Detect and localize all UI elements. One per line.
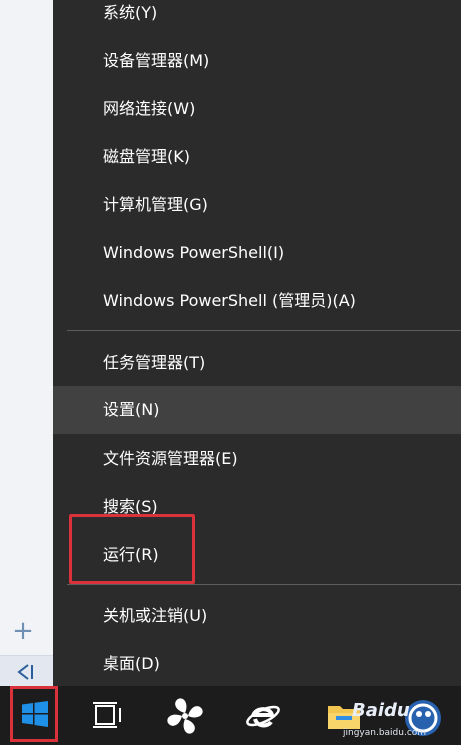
fan-app-button[interactable]	[162, 686, 208, 745]
menu-item-task-manager[interactable]: 任务管理器(T)	[53, 339, 461, 387]
watermark-text: Baidu	[352, 700, 410, 721]
menu-separator	[67, 584, 461, 585]
menu-item-file-explorer[interactable]: 文件资源管理器(E)	[53, 435, 461, 483]
internet-explorer-icon	[246, 705, 280, 728]
menu-item-network-connections[interactable]: 网络连接(W)	[53, 85, 461, 133]
internet-explorer-button[interactable]	[240, 686, 286, 745]
menu-item-system[interactable]: 系统(Y)	[53, 0, 461, 37]
menu-item-powershell[interactable]: Windows PowerShell(I)	[53, 229, 461, 277]
left-side-panel: +	[0, 0, 54, 687]
start-button[interactable]	[10, 686, 58, 742]
collapse-panel-button[interactable]	[0, 655, 53, 687]
menu-item-powershell-admin[interactable]: Windows PowerShell (管理员)(A)	[53, 277, 461, 325]
run-highlight-box	[69, 514, 195, 584]
menu-separator	[67, 330, 461, 331]
screen: + 系统(Y) 设备管理器(M) 网络连接(W) 磁盘管理(K) 计算机管理(G…	[0, 0, 461, 745]
collapse-arrow-icon	[17, 664, 33, 680]
menu-item-shutdown-signout[interactable]: 关机或注销(U)	[53, 592, 461, 640]
watermark-url: jingyan.baidu.com	[343, 728, 427, 738]
task-view-button[interactable]	[88, 686, 128, 745]
menu-item-desktop[interactable]: 桌面(D)	[53, 640, 461, 688]
menu-item-disk-management[interactable]: 磁盘管理(K)	[53, 133, 461, 181]
menu-item-computer-management[interactable]: 计算机管理(G)	[53, 181, 461, 229]
task-view-icon	[93, 702, 121, 728]
windows-start-icon	[22, 701, 48, 727]
fan-app-icon	[167, 698, 203, 734]
menu-item-settings[interactable]: 设置(N)	[53, 386, 461, 434]
menu-item-device-manager[interactable]: 设备管理器(M)	[53, 37, 461, 85]
add-button[interactable]: +	[10, 618, 36, 644]
